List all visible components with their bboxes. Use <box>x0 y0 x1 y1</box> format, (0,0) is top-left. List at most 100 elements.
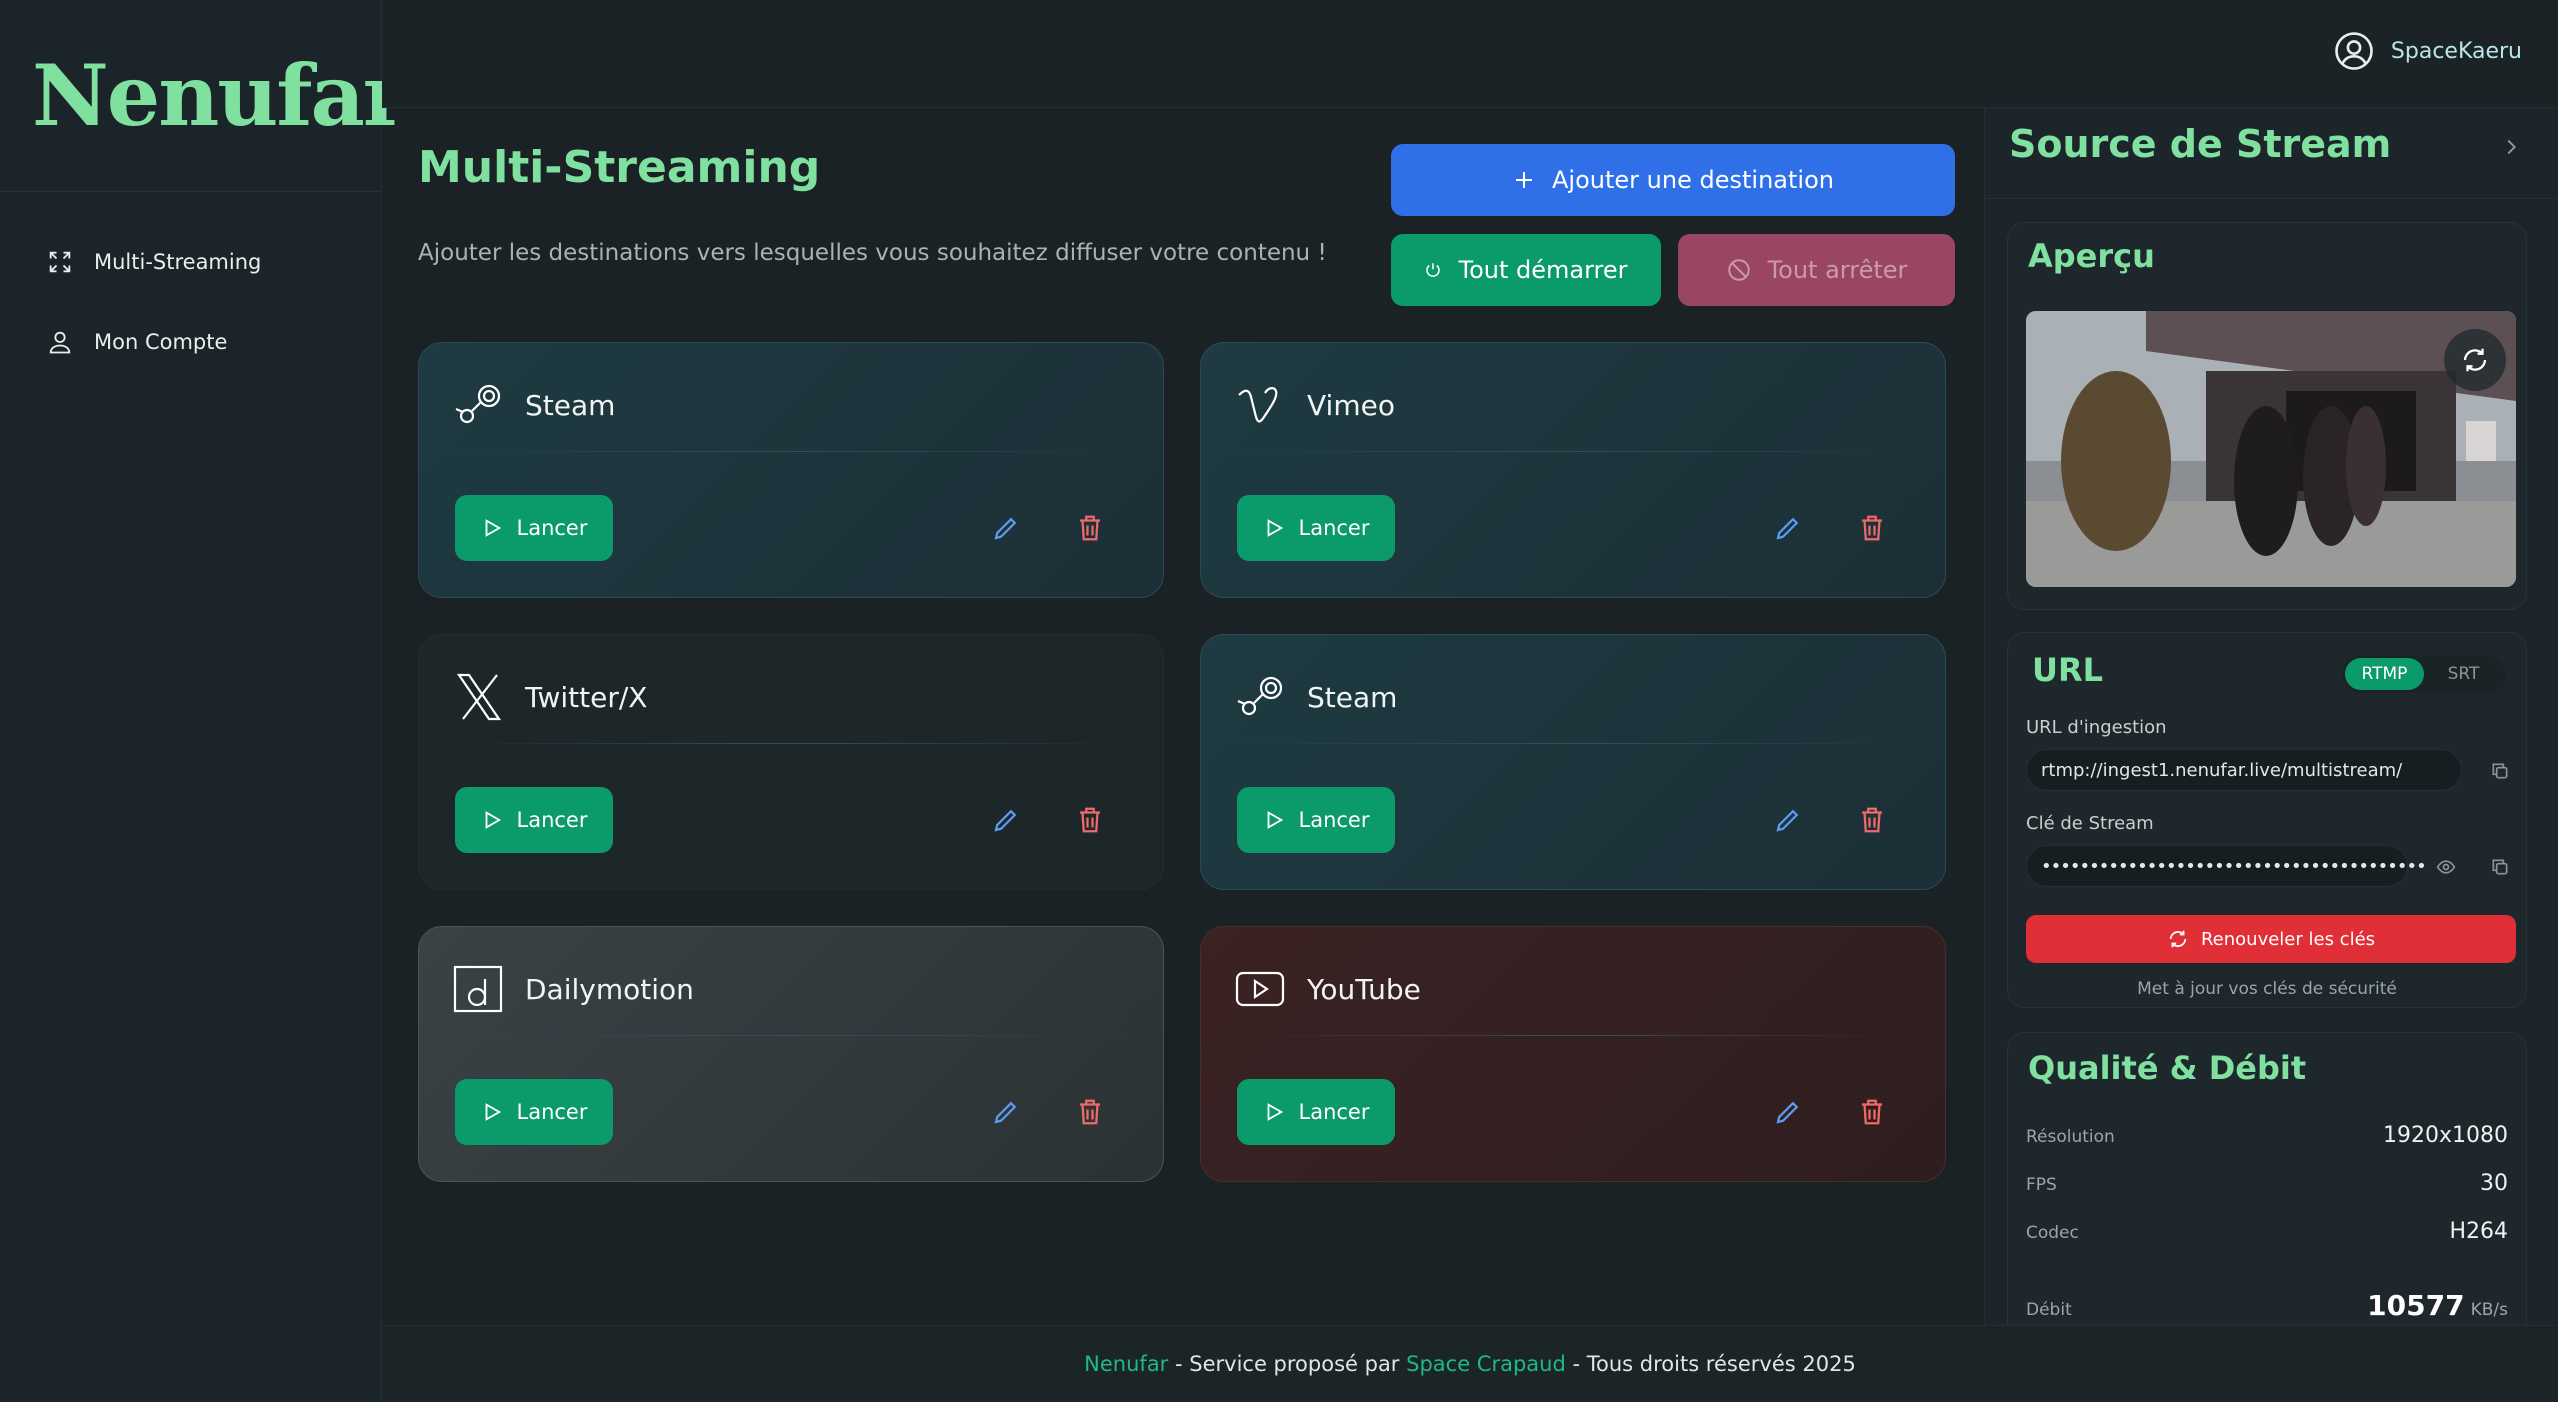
expand-icon <box>49 251 71 273</box>
quality-value: H264 <box>2449 1219 2508 1244</box>
destination-card-vimeo: Vimeo Lancer <box>1200 342 1946 598</box>
play-icon <box>485 1103 501 1121</box>
page-subtitle: Ajouter les destinations vers lesquelles… <box>418 240 1327 266</box>
footer-brand-link[interactable]: Nenufar <box>1084 1352 1168 1376</box>
add-destination-label: Ajouter une destination <box>1552 166 1834 194</box>
launch-label: Lancer <box>1298 808 1370 832</box>
stream-source-panel: Source de Stream Aperçu URL RTMP SRT URL… <box>1984 108 2558 1352</box>
quality-key: Résolution <box>2026 1127 2115 1147</box>
username: SpaceKaeru <box>2390 38 2522 64</box>
edit-icon[interactable] <box>1773 805 1803 835</box>
card-header: Steam <box>453 381 615 429</box>
stream-key-label: Clé de Stream <box>2026 813 2154 834</box>
x-icon <box>456 673 502 721</box>
plus-icon <box>1516 172 1533 188</box>
sidebar-item-account[interactable]: Mon Compte <box>0 302 381 382</box>
protocol-rtmp[interactable]: RTMP <box>2345 658 2424 690</box>
preview-image <box>2026 311 2516 587</box>
start-all-button[interactable]: Tout démarrer <box>1391 234 1661 306</box>
copy-icon[interactable] <box>2490 761 2510 781</box>
edit-icon[interactable] <box>991 805 1021 835</box>
launch-button[interactable]: Lancer <box>1237 1079 1395 1145</box>
destination-name: Twitter/X <box>525 680 648 714</box>
sidebar: Nenufar Multi-Streaming Mon Compte <box>0 0 407 1402</box>
stop-all-button[interactable]: Tout arrêter <box>1678 234 1955 306</box>
launch-button[interactable]: Lancer <box>1237 787 1395 853</box>
trash-icon[interactable] <box>1075 513 1105 543</box>
stream-key-field[interactable]: •••••••••••••••••••••••••••••••••••••••• <box>2026 845 2427 887</box>
ingest-url-field[interactable]: rtmp://ingest1.nenufar.live/multistream/ <box>2026 749 2462 791</box>
launch-label: Lancer <box>1298 516 1370 540</box>
protocol-srt[interactable]: SRT <box>2424 658 2503 690</box>
quality-value: 1920x1080 <box>2383 1123 2508 1148</box>
youtube-icon <box>1235 971 1285 1007</box>
quality-row-resolution: Résolution 1920x1080 <box>2026 1123 2508 1148</box>
preview-box: Aperçu <box>2007 222 2527 610</box>
destination-card-steam-2: Steam Lancer <box>1200 634 1946 890</box>
refresh-preview-button[interactable] <box>2444 329 2506 391</box>
renew-keys-button[interactable]: Renouveler les clés <box>2026 915 2516 963</box>
play-icon <box>1267 519 1283 537</box>
url-title: URL <box>2032 651 2104 689</box>
edit-icon[interactable] <box>991 513 1021 543</box>
refresh-icon <box>2169 930 2187 948</box>
quality-key: Codec <box>2026 1223 2079 1243</box>
footer-text: - Tous droits réservés 2025 <box>1565 1352 1856 1376</box>
topbar: SpaceKaeru <box>382 0 2558 108</box>
card-header: Steam <box>1235 673 1397 721</box>
copy-icon[interactable] <box>2490 857 2510 877</box>
edit-icon[interactable] <box>1773 1097 1803 1127</box>
eye-icon[interactable] <box>2436 857 2456 877</box>
renew-hint: Met à jour vos clés de sécurité <box>2137 979 2397 999</box>
launch-button[interactable]: Lancer <box>455 495 613 561</box>
footer-company-link[interactable]: Space Crapaud <box>1406 1352 1566 1376</box>
divider <box>453 1035 1129 1036</box>
divider <box>1985 198 2558 199</box>
quality-row-fps: FPS 30 <box>2026 1171 2508 1196</box>
vimeo-icon <box>1238 387 1278 423</box>
destination-card-youtube: YouTube Lancer <box>1200 926 1946 1182</box>
sidebar-item-label: Mon Compte <box>94 330 228 354</box>
quality-row-codec: Codec H264 <box>2026 1219 2508 1244</box>
trash-icon[interactable] <box>1075 1097 1105 1127</box>
footer: Nenufar - Service proposé par Space Crap… <box>382 1325 2558 1402</box>
trash-icon[interactable] <box>1075 805 1105 835</box>
add-destination-button[interactable]: Ajouter une destination <box>1391 144 1955 216</box>
launch-label: Lancer <box>516 516 588 540</box>
quality-value: 30 <box>2480 1171 2508 1196</box>
destination-name: Vimeo <box>1307 388 1395 422</box>
preview-title: Aperçu <box>2028 237 2155 275</box>
footer-text: - Service proposé par <box>1168 1352 1407 1376</box>
destination-name: Steam <box>525 388 616 422</box>
edit-icon[interactable] <box>991 1097 1021 1127</box>
trash-icon[interactable] <box>1857 805 1887 835</box>
destination-card-dailymotion: Dailymotion Lancer <box>418 926 1164 1182</box>
stop-all-label: Tout arrêter <box>1767 256 1908 284</box>
panel-title: Source de Stream <box>2009 122 2392 166</box>
trash-icon[interactable] <box>1857 513 1887 543</box>
card-header: YouTube <box>1235 965 1421 1013</box>
quality-title: Qualité & Débit <box>2028 1049 2307 1087</box>
launch-button[interactable]: Lancer <box>455 1079 613 1145</box>
divider <box>1235 451 1911 452</box>
card-header: Vimeo <box>1235 381 1395 429</box>
app-logo[interactable]: Nenufar <box>0 0 407 192</box>
destination-name: Dailymotion <box>525 972 694 1006</box>
sidebar-item-multistreaming[interactable]: Multi-Streaming <box>0 222 381 302</box>
quality-key: FPS <box>2026 1175 2057 1195</box>
trash-icon[interactable] <box>1857 1097 1887 1127</box>
dailymotion-icon <box>453 965 503 1013</box>
launch-button[interactable]: Lancer <box>455 787 613 853</box>
quality-box: Qualité & Débit Résolution 1920x1080 FPS… <box>2007 1032 2527 1352</box>
main-content: Multi-Streaming Ajouter les destinations… <box>382 108 1984 1325</box>
edit-icon[interactable] <box>1773 513 1803 543</box>
sidebar-item-label: Multi-Streaming <box>94 250 262 274</box>
bitrate-value-group: 10577 KB/s <box>2367 1289 2508 1322</box>
launch-button[interactable]: Lancer <box>1237 495 1395 561</box>
user-menu[interactable]: SpaceKaeru <box>2333 30 2522 72</box>
page-title: Multi-Streaming <box>418 142 821 193</box>
chevron-right-icon[interactable] <box>2500 136 2522 158</box>
card-header: Dailymotion <box>453 965 694 1013</box>
launch-label: Lancer <box>1298 1100 1370 1124</box>
url-box: URL RTMP SRT URL d'ingestion rtmp://inge… <box>2007 632 2527 1008</box>
